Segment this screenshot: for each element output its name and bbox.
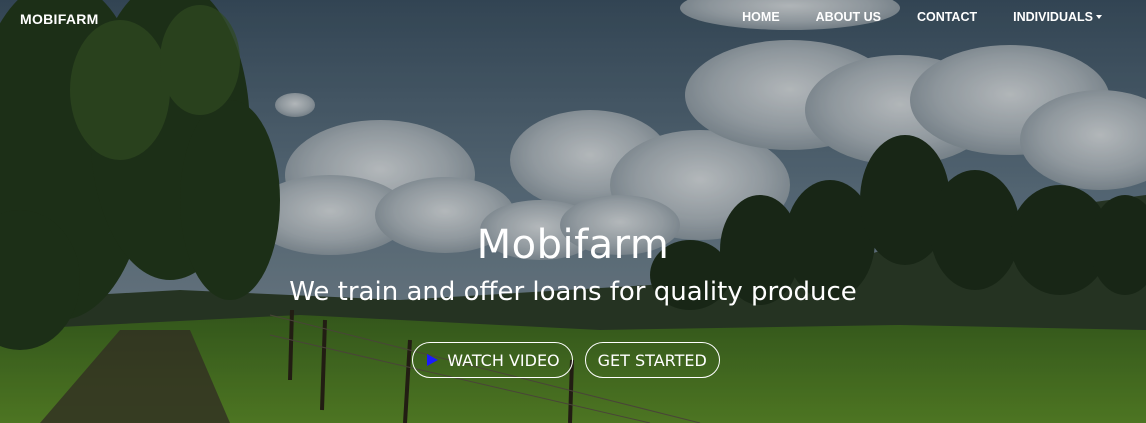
hero-subtitle: We train and offer loans for quality pro… xyxy=(289,277,857,307)
get-started-label: GET STARTED xyxy=(597,350,707,370)
hero-buttons: WATCH VIDEO GET STARTED xyxy=(0,342,1146,378)
nav-links: HOME ABOUT US CONTACT INDIVIDUALS xyxy=(724,10,1146,24)
watch-video-button[interactable]: WATCH VIDEO xyxy=(412,342,573,378)
watch-video-label: WATCH VIDEO xyxy=(447,350,560,370)
play-icon xyxy=(427,354,439,366)
brand-logo-link[interactable]: MOBIFARM xyxy=(20,11,99,27)
get-started-button[interactable]: GET STARTED xyxy=(584,342,720,378)
nav-link-contact[interactable]: CONTACT xyxy=(899,10,995,24)
hero-section: MOBIFARM HOME ABOUT US CONTACT INDIVIDUA… xyxy=(0,0,1146,423)
hero-content: Mobifarm We train and offer loans for qu… xyxy=(0,222,1146,378)
hero-title: Mobifarm xyxy=(476,222,670,268)
nav-link-about-us[interactable]: ABOUT US xyxy=(798,10,899,24)
caret-down-icon xyxy=(1096,14,1102,19)
nav-dropdown-individuals-label: INDIVIDUALS xyxy=(1013,10,1093,24)
nav-link-home[interactable]: HOME xyxy=(724,10,798,24)
navbar: MOBIFARM HOME ABOUT US CONTACT INDIVIDUA… xyxy=(0,0,1146,34)
nav-dropdown-individuals[interactable]: INDIVIDUALS xyxy=(995,10,1146,24)
